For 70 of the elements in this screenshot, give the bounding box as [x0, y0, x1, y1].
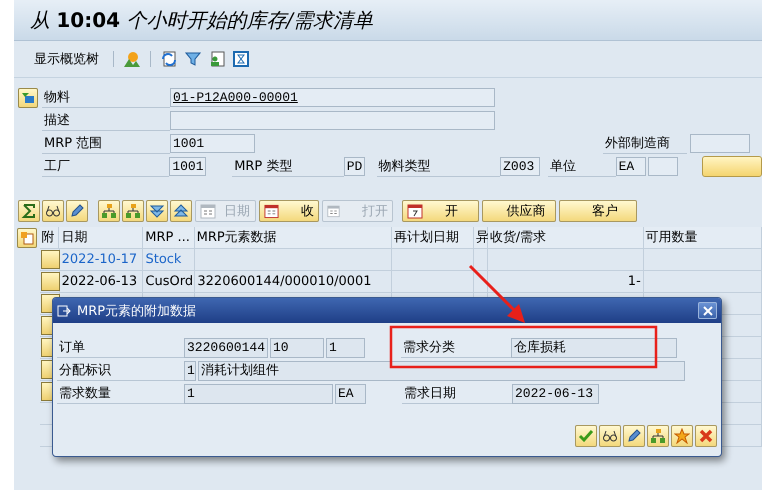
mrp-type-field[interactable]: PD — [344, 157, 365, 176]
table-cell: 3220600144/000010/0001 — [195, 271, 392, 293]
window-title: 从 10:04 个小时开始的库存/需求清单 — [30, 6, 374, 34]
date-field[interactable]: 2022-06-13 — [512, 384, 599, 404]
requirement-class-field[interactable]: 仓库损耗 — [511, 338, 677, 358]
check-icon[interactable] — [575, 425, 597, 447]
expand-icon[interactable] — [170, 200, 192, 222]
person-card-icon[interactable] — [209, 51, 225, 67]
overview-tree-button[interactable]: 显示概览树 — [30, 48, 103, 70]
cancel-icon[interactable] — [695, 425, 717, 447]
column-header[interactable]: 再计划日期 — [392, 227, 474, 249]
mrp-area-field[interactable]: 1001 — [170, 134, 255, 153]
close-icon — [702, 306, 712, 316]
table-cell: CusOrd — [143, 271, 196, 293]
calendar-icon — [264, 203, 279, 219]
level-icon — [200, 203, 216, 219]
material-field[interactable]: 01-P12A000-00001 — [170, 88, 495, 107]
mountain-icon[interactable] — [124, 51, 140, 67]
column-header[interactable]: MRP元素数据 — [194, 227, 392, 249]
collapse-icon[interactable] — [146, 200, 168, 222]
calendar-button[interactable]: 收 — [259, 200, 319, 222]
order-field[interactable]: 3220600144 — [184, 338, 268, 358]
assignment-code-field[interactable]: 1 — [184, 360, 196, 380]
filter-icon[interactable] — [185, 51, 201, 67]
pencil-icon[interactable] — [623, 425, 645, 447]
hourglass-icon[interactable] — [233, 51, 249, 67]
calendar-icon — [327, 203, 340, 219]
material-icon[interactable] — [18, 88, 38, 108]
assignment-field[interactable]: 消耗计划组件 — [198, 360, 685, 380]
table-cell: 2022-10-17 — [60, 249, 144, 271]
calendar-icon — [407, 203, 423, 219]
table-cell: 1- — [488, 271, 644, 293]
column-header[interactable]: 日期 — [59, 227, 144, 249]
column-header[interactable]: 异 — [474, 227, 488, 249]
layout-icon[interactable] — [16, 228, 37, 248]
glasses-icon[interactable] — [42, 200, 64, 222]
sum-icon[interactable] — [18, 200, 40, 222]
hierarchy-icon[interactable] — [122, 200, 144, 222]
unit-field[interactable]: EA — [616, 157, 646, 176]
hierarchy-icon[interactable] — [647, 425, 669, 447]
order-field[interactable]: 1 — [326, 338, 365, 358]
pencil-icon[interactable] — [66, 200, 88, 222]
column-header[interactable]: 附 — [40, 227, 60, 249]
column-header[interactable]: 可用数量 — [644, 227, 762, 249]
description-field[interactable] — [170, 111, 495, 130]
plant-field[interactable]: 1001 — [169, 157, 206, 176]
glasses-icon[interactable] — [599, 425, 621, 447]
calendar-button[interactable]: 开 — [402, 200, 479, 222]
text-button[interactable]: 客户 — [559, 200, 637, 222]
dialog-icon — [57, 304, 71, 316]
hierarchy-icon[interactable] — [98, 200, 120, 222]
column-header[interactable]: 收货/需求 — [488, 227, 644, 249]
unit-text-field[interactable] — [648, 157, 678, 176]
annotation-arrow — [468, 264, 525, 323]
table-cell: Stock — [143, 249, 195, 271]
table-cell: 2022-06-13 — [60, 271, 144, 293]
close-button[interactable] — [698, 302, 717, 319]
column-header[interactable]: MRP ... — [143, 227, 195, 249]
field-label: 外部制造商 — [603, 134, 687, 154]
material-type-field[interactable]: Z003 — [500, 157, 540, 176]
table-cell — [474, 249, 488, 271]
manufacturer-field[interactable] — [690, 134, 750, 153]
dialog-title: MRP元素的附加数据 — [77, 302, 196, 320]
unit-field[interactable]: EA — [335, 384, 366, 404]
field-label: MRP 类型 — [232, 156, 344, 176]
order-field[interactable]: 10 — [270, 338, 324, 358]
star-icon[interactable] — [671, 425, 693, 447]
text-button[interactable]: 供应商 — [482, 200, 556, 222]
refresh-icon[interactable] — [161, 51, 177, 67]
quantity-field[interactable]: 1 — [184, 384, 333, 404]
